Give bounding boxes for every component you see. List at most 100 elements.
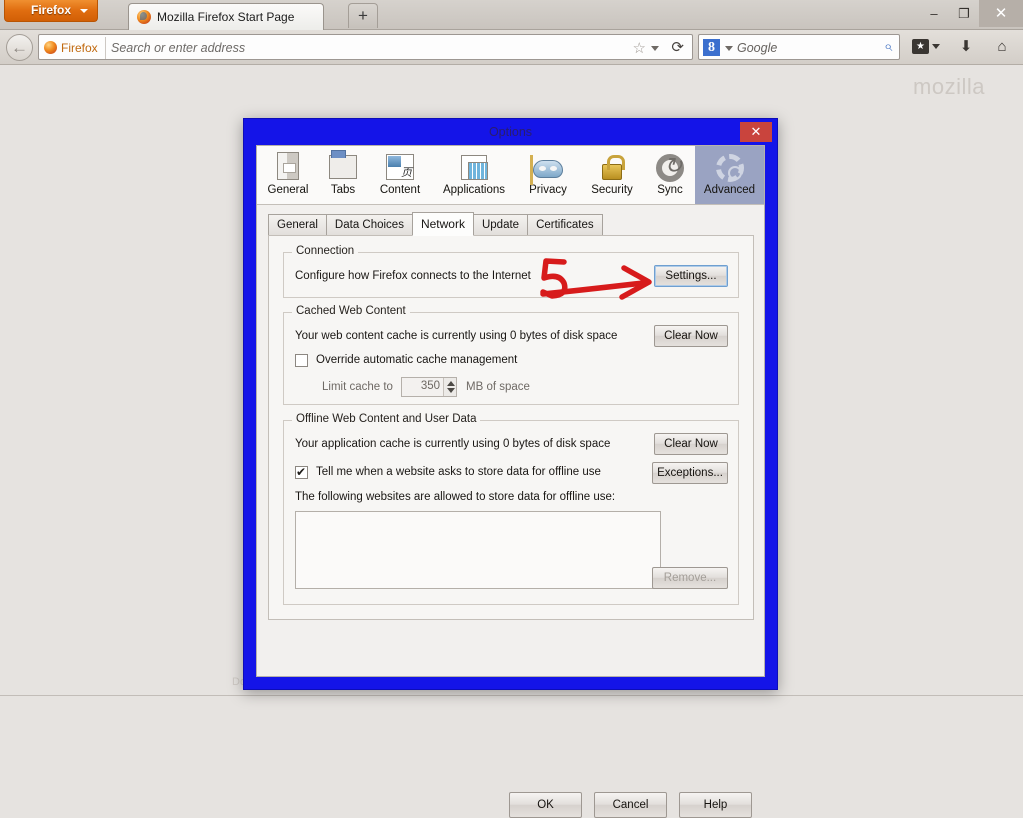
category-tab-security[interactable]: Security	[579, 146, 645, 204]
connection-settings-button[interactable]: Settings...	[654, 265, 728, 287]
dialog-title: Options	[244, 119, 777, 145]
cache-clear-now-label: Clear Now	[664, 330, 718, 342]
bookmarks-icon[interactable]: ★	[912, 39, 929, 54]
appcache-clear-now-button[interactable]: Clear Now	[654, 433, 728, 455]
general-icon	[259, 150, 317, 182]
network-panel: Connection Configure how Firefox connect…	[268, 235, 754, 620]
appcache-usage-text: Your application cache is currently usin…	[295, 438, 610, 450]
cache-usage-text: Your web content cache is currently usin…	[295, 330, 617, 342]
offline-list-caption: The following websites are allowed to st…	[295, 491, 615, 503]
new-tab-button[interactable]: +	[348, 3, 378, 28]
category-tab-advanced[interactable]: Advanced	[695, 146, 764, 204]
offline-web-content-group: Offline Web Content and User Data Your a…	[283, 420, 739, 605]
offline-sites-listbox[interactable]	[295, 511, 661, 589]
offline-exceptions-button[interactable]: Exceptions...	[652, 462, 728, 484]
firefox-menu-button[interactable]: Firefox	[4, 0, 98, 22]
lock-icon	[579, 150, 645, 182]
close-window-button[interactable]: ✕	[979, 0, 1023, 27]
sub-tab-network[interactable]: Network	[412, 212, 474, 236]
options-category-toolbar: General Tabs Content Applications Privac…	[257, 146, 764, 205]
sub-tab-update[interactable]: Update	[473, 214, 528, 236]
help-button[interactable]: Help	[679, 792, 752, 818]
category-tab-label: Security	[579, 183, 645, 197]
content-icon	[369, 150, 431, 182]
page-bottom-strip	[0, 695, 1023, 729]
category-tab-privacy[interactable]: Privacy	[517, 146, 579, 204]
advanced-sub-tabs: General Data Choices Network Update Cert…	[268, 214, 602, 236]
options-dialog: Options ✕ General Tabs Content Applicati…	[243, 118, 778, 690]
offline-remove-button: Remove...	[652, 567, 728, 589]
bookmark-star-icon[interactable]: ☆	[633, 39, 646, 57]
maximize-button[interactable]: ❐	[949, 0, 979, 27]
minimize-button[interactable]: –	[919, 0, 949, 27]
tell-me-offline-checkbox[interactable]	[295, 466, 308, 479]
sync-icon	[645, 150, 695, 182]
connection-settings-label: Settings...	[665, 270, 716, 282]
help-button-label: Help	[680, 793, 751, 818]
tabs-icon	[317, 150, 369, 182]
category-tab-label: Sync	[645, 183, 695, 197]
navigation-toolbar: Firefox Search or enter address ☆ ⟳ 8 Go…	[0, 30, 1023, 65]
connection-group-legend: Connection	[292, 245, 358, 257]
offline-exceptions-label: Exceptions...	[657, 467, 723, 479]
connection-group: Connection Configure how Firefox connect…	[283, 252, 739, 298]
browser-tab[interactable]: Mozilla Firefox Start Page	[128, 3, 324, 30]
category-tab-label: Applications	[431, 183, 517, 197]
address-bar[interactable]: Firefox Search or enter address ☆ ⟳	[38, 34, 693, 60]
cache-limit-stepper[interactable]: 350	[401, 377, 457, 397]
category-tab-label: Privacy	[517, 183, 579, 197]
back-arrow-icon[interactable]	[6, 34, 33, 61]
override-cache-label[interactable]: Override automatic cache management	[316, 354, 517, 366]
dialog-body: General Tabs Content Applications Privac…	[256, 145, 765, 677]
chevron-down-icon[interactable]	[651, 46, 659, 51]
site-identity-box[interactable]: Firefox	[41, 37, 106, 59]
appcache-clear-now-label: Clear Now	[664, 438, 718, 450]
gear-icon	[695, 150, 764, 182]
chevron-down-icon	[80, 9, 88, 13]
category-tab-label: Advanced	[695, 183, 764, 197]
category-tab-tabs[interactable]: Tabs	[317, 146, 369, 204]
cache-clear-now-button[interactable]: Clear Now	[654, 325, 728, 347]
reload-icon[interactable]: ⟳	[671, 38, 684, 56]
chevron-down-icon[interactable]	[932, 44, 940, 49]
chevron-down-icon[interactable]	[725, 46, 733, 51]
site-identity-label: Firefox	[61, 41, 98, 55]
search-icon[interactable]: ⌕	[884, 38, 892, 55]
sub-tab-data-choices[interactable]: Data Choices	[326, 214, 413, 236]
stepper-arrows-icon[interactable]	[443, 378, 456, 396]
override-cache-checkbox[interactable]	[295, 354, 308, 367]
firefox-favicon-icon	[137, 10, 151, 24]
category-tab-sync[interactable]: Sync	[645, 146, 695, 204]
limit-cache-suffix: MB of space	[466, 381, 530, 393]
address-input-placeholder[interactable]: Search or enter address	[111, 37, 245, 59]
search-input-placeholder[interactable]: Google	[737, 38, 777, 58]
tell-me-offline-label[interactable]: Tell me when a website asks to store dat…	[316, 466, 601, 478]
firefox-menu-label: Firefox	[31, 3, 71, 17]
category-tab-applications[interactable]: Applications	[431, 146, 517, 204]
category-tab-label: Content	[369, 183, 431, 197]
dialog-close-button[interactable]: ✕	[740, 122, 772, 142]
sub-tab-general[interactable]: General	[268, 214, 327, 236]
privacy-mask-icon	[517, 150, 579, 182]
cached-web-content-group: Cached Web Content Your web content cach…	[283, 312, 739, 405]
cancel-button[interactable]: Cancel	[594, 792, 667, 818]
limit-cache-label: Limit cache to	[322, 381, 393, 393]
cancel-button-label: Cancel	[595, 793, 666, 818]
google-logo-icon: 8	[703, 39, 720, 56]
downloads-icon[interactable]: ⬇	[952, 34, 980, 60]
category-tab-general[interactable]: General	[259, 146, 317, 204]
cache-limit-value[interactable]: 350	[421, 380, 440, 392]
browser-tab-title: Mozilla Firefox Start Page	[157, 9, 317, 26]
home-icon[interactable]: ⌂	[988, 34, 1016, 60]
category-tab-content[interactable]: Content	[369, 146, 431, 204]
search-bar[interactable]: 8 Google ⌕	[698, 34, 900, 60]
offline-group-legend: Offline Web Content and User Data	[292, 413, 480, 425]
applications-icon	[431, 150, 517, 182]
category-tab-label: General	[259, 183, 317, 197]
window-controls: – ❐ ✕	[919, 0, 1023, 27]
category-tab-label: Tabs	[317, 183, 369, 197]
cached-group-legend: Cached Web Content	[292, 305, 410, 317]
ok-button[interactable]: OK	[509, 792, 582, 818]
offline-remove-label: Remove...	[664, 572, 716, 584]
sub-tab-certificates[interactable]: Certificates	[527, 214, 603, 236]
